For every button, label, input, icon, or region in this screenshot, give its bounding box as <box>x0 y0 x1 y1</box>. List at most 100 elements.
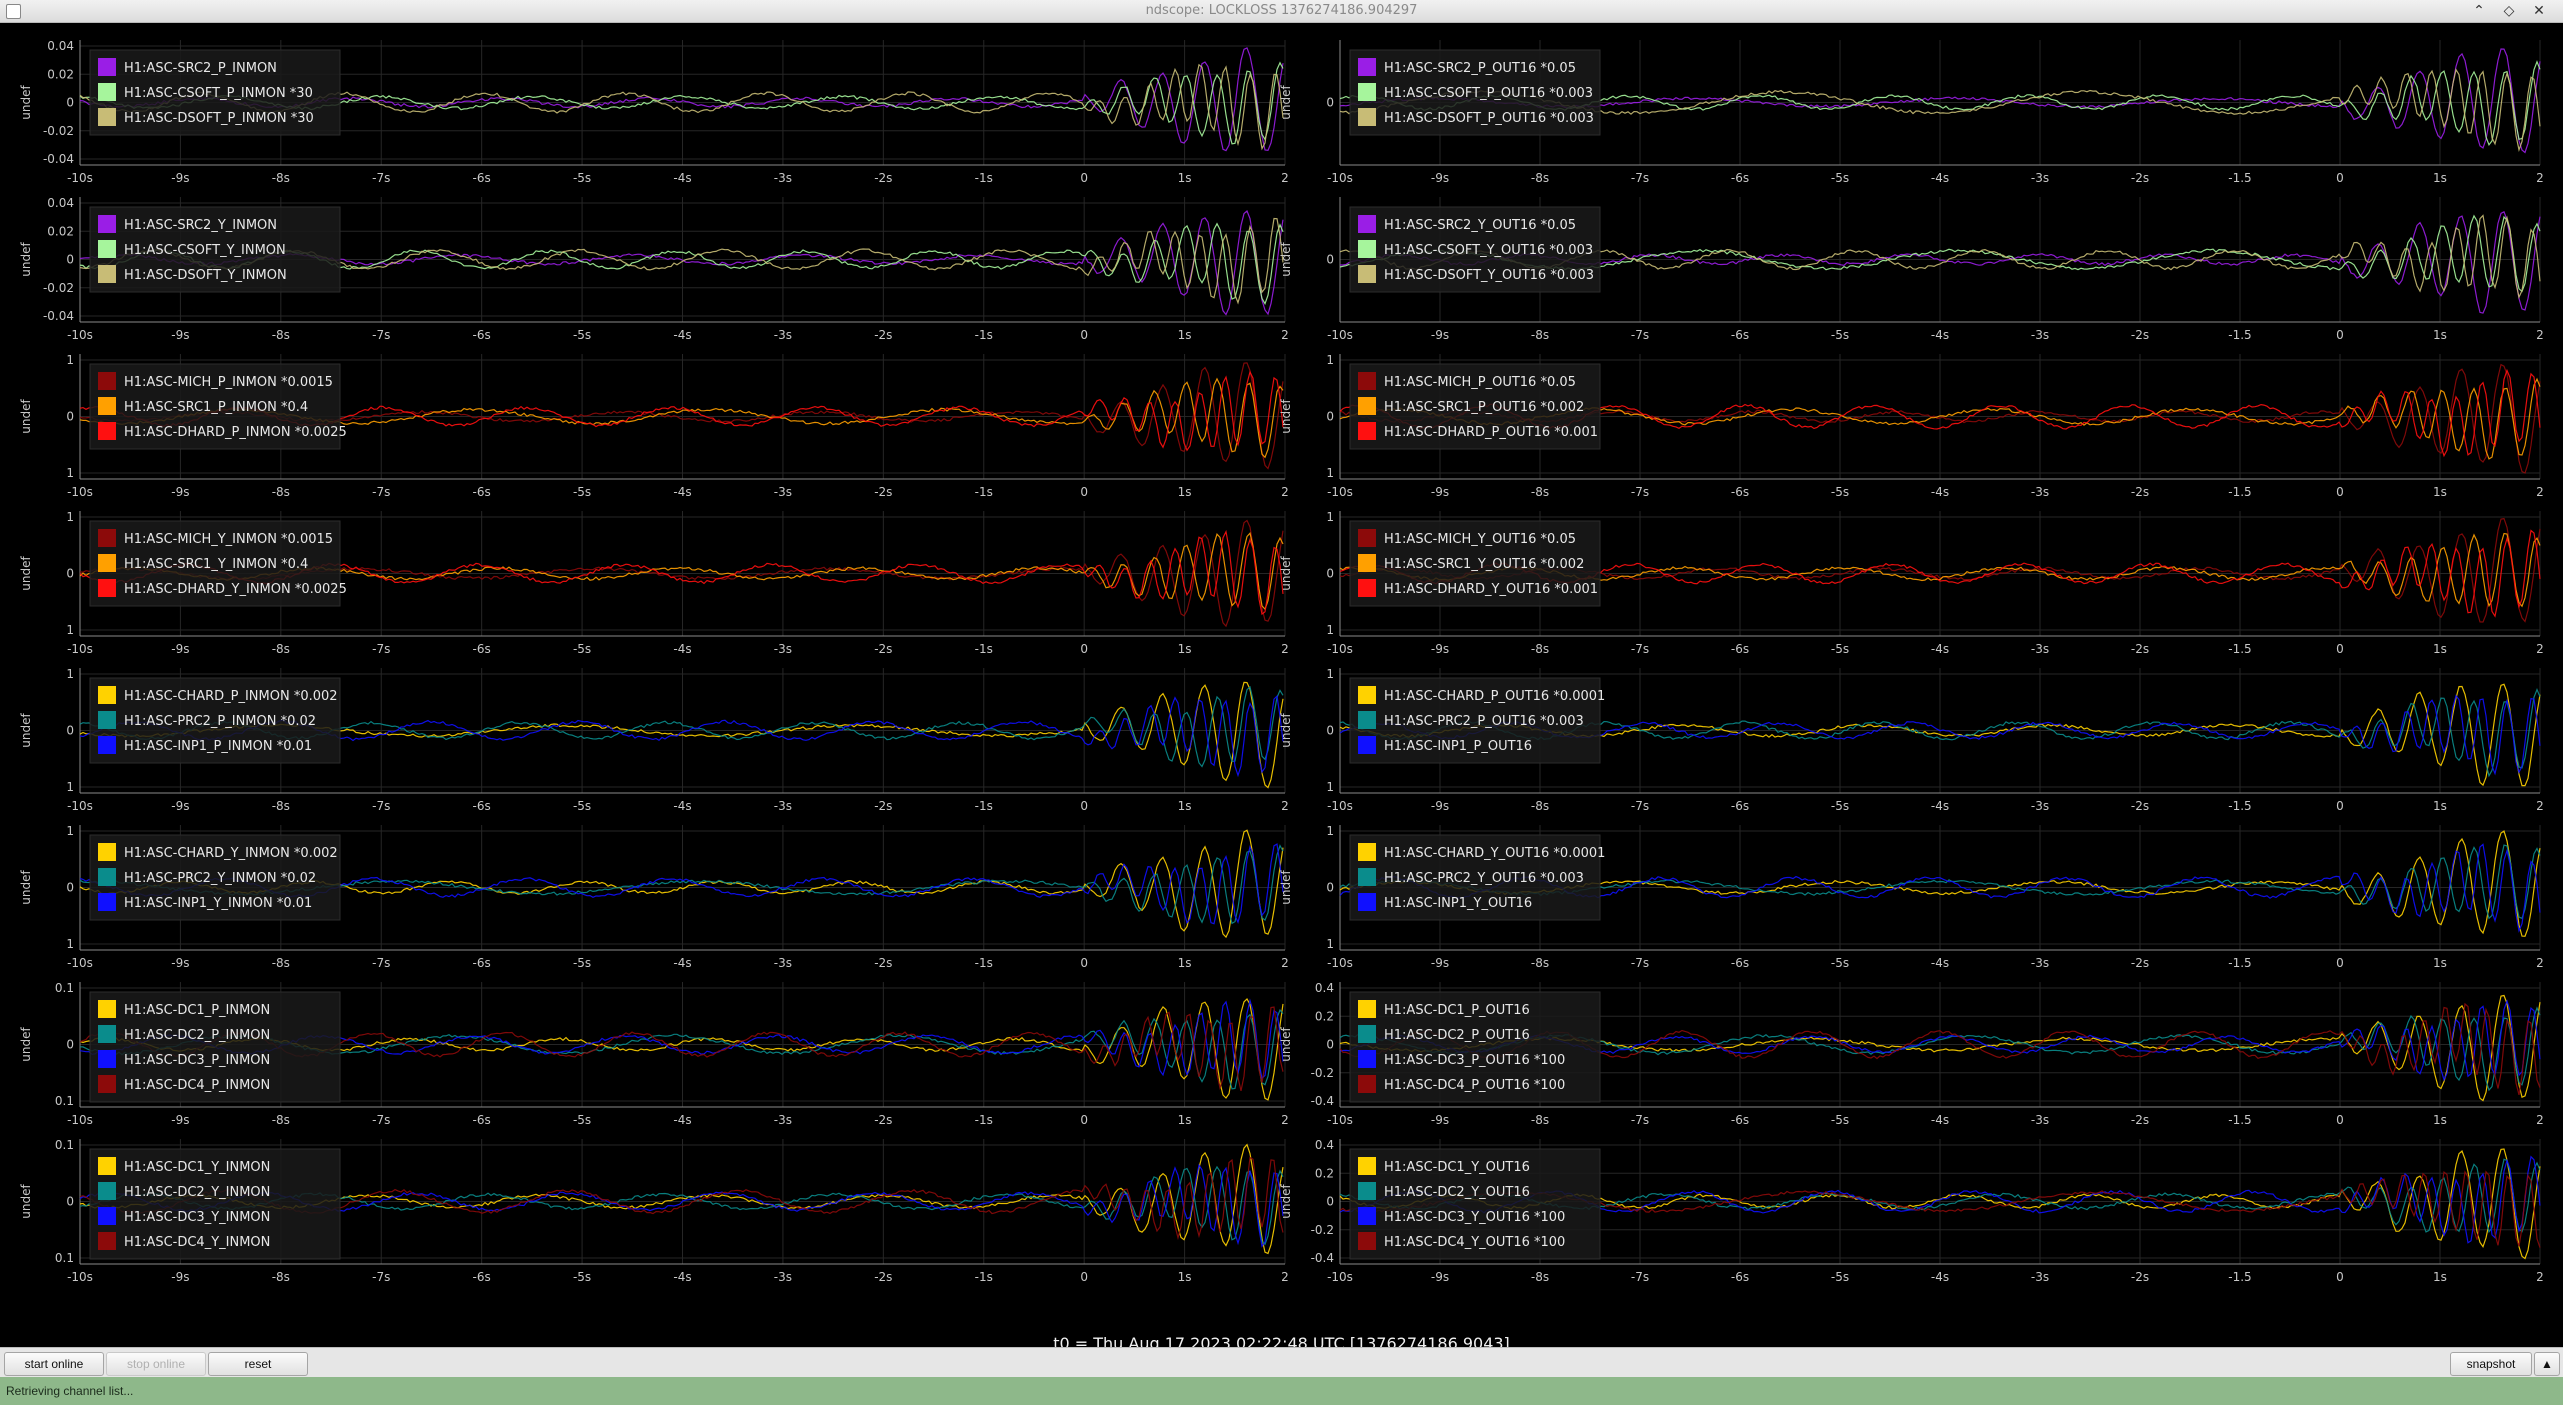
legend-label: H1:ASC-DC2_P_OUT16 <box>1384 1028 1530 1043</box>
x-tick-label: -3s <box>774 171 792 185</box>
legend-label: H1:ASC-DC2_Y_OUT16 <box>1384 1185 1530 1200</box>
maximize-button[interactable]: ◇ <box>2498 1 2520 21</box>
x-tick-label: -6s <box>473 328 491 342</box>
legend-swatch <box>98 1050 116 1068</box>
x-tick-label: -6s <box>473 956 491 970</box>
x-tick-label: -8s <box>272 642 290 656</box>
x-tick-label: 1s <box>2433 171 2447 185</box>
x-tick-label: -4s <box>1931 1270 1949 1284</box>
plot-panel: 0 undef -10s -9s -8s -7s -6s -5s -4s -3s -2s -1.5 0 1… <box>1279 40 2544 185</box>
y-tick-label: 1 <box>66 623 74 637</box>
x-tick-label: -5s <box>573 171 591 185</box>
x-tick-label: -4s <box>673 956 691 970</box>
legend-swatch <box>1358 843 1376 861</box>
x-tick-label: -8s <box>272 1113 290 1127</box>
x-tick-label: -9s <box>1431 956 1449 970</box>
legend-swatch <box>98 579 116 597</box>
y-axis-label: undef <box>1279 713 1293 748</box>
legend-label: H1:ASC-DHARD_Y_INMON *0.0025 <box>124 582 347 597</box>
x-tick-label: 1s <box>1178 642 1192 656</box>
x-tick-label: -4s <box>1931 799 1949 813</box>
x-tick-label: -7s <box>1631 328 1649 342</box>
stop-online-button[interactable]: stop online <box>106 1352 206 1376</box>
legend-label: H1:ASC-DC1_Y_OUT16 <box>1384 1160 1530 1175</box>
reset-button[interactable]: reset <box>208 1352 308 1376</box>
x-tick-label: -2s <box>2131 328 2149 342</box>
expand-icon[interactable]: ▲ <box>2534 1352 2560 1376</box>
x-tick-label: -7s <box>372 799 390 813</box>
x-tick-label: -10s <box>1327 171 1353 185</box>
y-axis-label: undef <box>1279 242 1293 277</box>
y-tick-label: 0 <box>1326 96 1334 110</box>
legend-label: H1:ASC-DHARD_P_INMON *0.0025 <box>124 425 347 440</box>
y-axis-label: undef <box>1279 1027 1293 1062</box>
legend-swatch <box>98 215 116 233</box>
minimize-button[interactable]: ⌃ <box>2468 1 2490 21</box>
y-tick-label: 0.1 <box>55 1251 74 1265</box>
x-tick-label: -10s <box>67 328 93 342</box>
window-title: ndscope: LOCKLOSS 1376274186.904297 <box>1145 3 1418 18</box>
y-tick-label: 0.1 <box>55 981 74 995</box>
y-tick-label: 0 <box>1326 724 1334 738</box>
snapshot-button[interactable]: snapshot <box>2450 1352 2532 1376</box>
x-tick-label: 1s <box>1178 328 1192 342</box>
plot-panel: 1 0 1 undef -10s -9s -8s -7s -6s -5s -4s -3s -2s -1.5… <box>1279 824 2544 970</box>
x-tick-label: 2 <box>2536 956 2544 970</box>
y-axis-label: undef <box>1279 85 1293 120</box>
y-tick-label: 1 <box>66 353 74 367</box>
plots-svg[interactable]: 0.04 0.02 0 -0.02 -0.04 undef -10s -9s -8s -7s -6s… <box>0 22 2563 1312</box>
x-tick-label: -8s <box>1531 642 1549 656</box>
x-tick-label: 1s <box>1178 171 1192 185</box>
x-tick-label: 2 <box>2536 171 2544 185</box>
x-tick-label: -1.5 <box>2228 485 2251 499</box>
legend-swatch <box>1358 1025 1376 1043</box>
x-tick-label: 2 <box>2536 485 2544 499</box>
legend-swatch <box>98 83 116 101</box>
x-tick-label: 0 <box>1080 485 1088 499</box>
x-tick-label: -6s <box>473 171 491 185</box>
x-tick-label: -9s <box>171 642 189 656</box>
x-tick-label: -9s <box>171 1270 189 1284</box>
y-tick-label: 1 <box>66 667 74 681</box>
x-tick-label: -4s <box>673 328 691 342</box>
x-tick-label: 2 <box>1281 956 1289 970</box>
legend-label: H1:ASC-DSOFT_Y_INMON <box>124 268 287 283</box>
x-tick-label: -6s <box>1731 1113 1749 1127</box>
x-tick-label: -9s <box>1431 642 1449 656</box>
x-tick-label: -2s <box>874 1270 892 1284</box>
y-tick-label: 1 <box>1326 780 1334 794</box>
x-tick-label: -10s <box>1327 1270 1353 1284</box>
x-tick-label: 0 <box>2336 328 2344 342</box>
y-tick-label: 0.1 <box>55 1138 74 1152</box>
y-axis-label: undef <box>19 1184 33 1219</box>
status-bar: Retrieving channel list... <box>0 1377 2563 1405</box>
x-tick-label: -8s <box>1531 956 1549 970</box>
x-tick-label: -9s <box>1431 328 1449 342</box>
x-tick-label: -2s <box>2131 799 2149 813</box>
x-tick-label: 2 <box>1281 328 1289 342</box>
x-tick-label: -1s <box>975 799 993 813</box>
y-tick-label: 0 <box>66 1195 74 1209</box>
legend-swatch <box>1358 215 1376 233</box>
start-online-button[interactable]: start online <box>4 1352 104 1376</box>
legend-label: H1:ASC-DC3_Y_OUT16 *100 <box>1384 1210 1565 1225</box>
x-tick-label: -3s <box>774 485 792 499</box>
legend-label: H1:ASC-CHARD_Y_OUT16 *0.0001 <box>1384 846 1605 861</box>
legend-swatch <box>98 711 116 729</box>
y-tick-label: 1 <box>1326 510 1334 524</box>
x-tick-label: 0 <box>2336 485 2344 499</box>
legend-swatch <box>1358 1000 1376 1018</box>
x-tick-label: -3s <box>2031 171 2049 185</box>
x-tick-label: -6s <box>1731 485 1749 499</box>
x-tick-label: -4s <box>1931 485 1949 499</box>
close-button[interactable]: ✕ <box>2528 1 2550 21</box>
y-tick-label: -0.02 <box>43 281 74 295</box>
legend-swatch <box>1358 579 1376 597</box>
legend-swatch <box>1358 686 1376 704</box>
x-tick-label: 0 <box>1080 956 1088 970</box>
x-tick-label: -9s <box>1431 1270 1449 1284</box>
x-tick-label: -6s <box>1731 328 1749 342</box>
legend-label: H1:ASC-CHARD_P_OUT16 *0.0001 <box>1384 689 1605 704</box>
legend-label: H1:ASC-PRC2_P_OUT16 *0.003 <box>1384 714 1584 729</box>
plot-area[interactable]: 0.04 0.02 0 -0.02 -0.04 undef -10s -9s -8s -7s -6s… <box>0 22 2563 1353</box>
